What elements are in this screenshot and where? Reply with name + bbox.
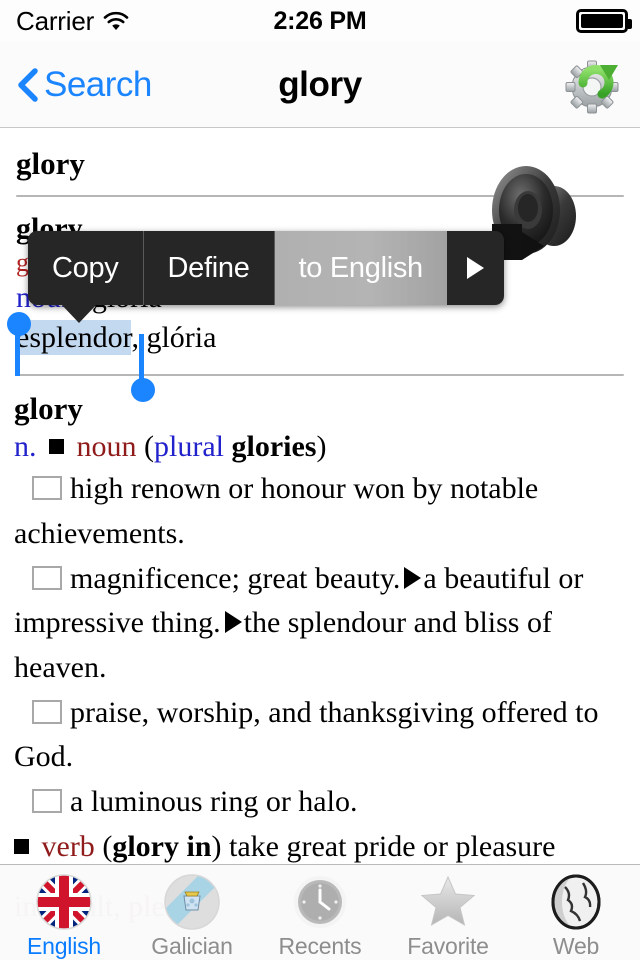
tab-favorite[interactable]: Favorite bbox=[384, 865, 512, 960]
tab-galician[interactable]: Galician bbox=[128, 865, 256, 960]
selected-text[interactable]: esplendor bbox=[16, 320, 132, 356]
copy-menu-item[interactable]: Copy bbox=[28, 231, 144, 305]
sense-2-text: magnificence; great beauty. bbox=[70, 561, 401, 595]
sense-3: praise, worship, and thanksgiving offere… bbox=[14, 691, 626, 780]
hollow-square-bullet bbox=[32, 789, 62, 814]
sense-2: magnificence; great beauty. a beautiful o… bbox=[14, 557, 626, 691]
sense-1: high renown or honour won by notable ach… bbox=[14, 467, 626, 556]
sense-3-text: praise, worship, and thanksgiving offere… bbox=[14, 695, 599, 774]
text-selection-callout-menu[interactable]: Copy Define to English bbox=[28, 231, 504, 305]
triangle-right-icon bbox=[466, 257, 484, 279]
black-square-bullet bbox=[14, 839, 29, 855]
tab-favorite-label: Favorite bbox=[407, 933, 489, 959]
verb-paren-close: ) bbox=[211, 829, 222, 863]
black-square-bullet bbox=[49, 439, 64, 455]
tab-galician-label: Galician bbox=[151, 933, 233, 959]
define-menu-item[interactable]: Define bbox=[143, 231, 275, 305]
globe-icon bbox=[547, 873, 605, 931]
hollow-square-bullet bbox=[32, 565, 62, 590]
definition-pos: noun bbox=[76, 429, 137, 463]
tab-recents-label: Recents bbox=[278, 933, 362, 959]
triangle-right-icon bbox=[224, 611, 242, 634]
status-bar: Carrier 2:26 PM bbox=[0, 0, 640, 42]
sense-4: a luminous ring or halo. bbox=[14, 780, 626, 825]
to-english-menu-item[interactable]: to English bbox=[274, 231, 447, 305]
callout-tail bbox=[60, 303, 98, 323]
sense-1-text: high renown or honour won by notable ach… bbox=[14, 472, 539, 550]
status-right bbox=[576, 9, 632, 33]
verb-text: take great pride or pleasure bbox=[228, 829, 556, 863]
verb-phrase: glory in bbox=[112, 829, 212, 863]
verb-paren-open: ( bbox=[102, 829, 113, 863]
definition-headword: glory bbox=[14, 390, 83, 426]
navigation-bar: Search glory bbox=[0, 42, 640, 128]
definition-block: glory n. noun (plural glories) high reno… bbox=[0, 376, 640, 864]
verb-sense: verb (glory in) take great pride or plea… bbox=[14, 825, 626, 864]
page-title: glory bbox=[278, 64, 362, 104]
plural-form: glories bbox=[231, 429, 317, 463]
battery-full-icon bbox=[576, 9, 632, 33]
definition-abbrev: n. bbox=[14, 429, 37, 463]
hollow-square-bullet bbox=[32, 476, 62, 501]
gear-refresh-icon[interactable] bbox=[562, 53, 626, 117]
plural-label: plural bbox=[154, 429, 224, 463]
star-icon bbox=[419, 873, 477, 931]
clock-label: 2:26 PM bbox=[273, 6, 367, 35]
sense-4-text: a luminous ring or halo. bbox=[70, 785, 358, 819]
tab-web-label: Web bbox=[552, 933, 600, 959]
app-screen: Carrier 2:26 PM Search glory glory glory… bbox=[0, 0, 640, 960]
verb-pos: verb bbox=[41, 829, 95, 863]
clock-icon bbox=[291, 873, 349, 931]
uk-flag-icon bbox=[35, 873, 93, 931]
paren-close: ) bbox=[316, 429, 327, 463]
galicia-flag-icon bbox=[163, 873, 221, 931]
hollow-square-bullet bbox=[32, 699, 62, 724]
definition-pos-line: n. noun (plural glories) bbox=[14, 427, 626, 468]
tab-english[interactable]: English bbox=[0, 865, 128, 960]
translation-rest: , glória bbox=[131, 321, 217, 355]
tab-web[interactable]: Web bbox=[512, 865, 640, 960]
tab-recents[interactable]: Recents bbox=[256, 865, 384, 960]
paren-open: ( bbox=[144, 429, 154, 463]
translation-line-2: esplendor, glória bbox=[16, 318, 624, 358]
callout-more-button[interactable] bbox=[446, 231, 504, 305]
tab-bar: English Galician Recents Favorite Web bbox=[0, 864, 640, 960]
tab-english-label: English bbox=[26, 933, 102, 959]
triangle-right-icon bbox=[404, 566, 422, 589]
